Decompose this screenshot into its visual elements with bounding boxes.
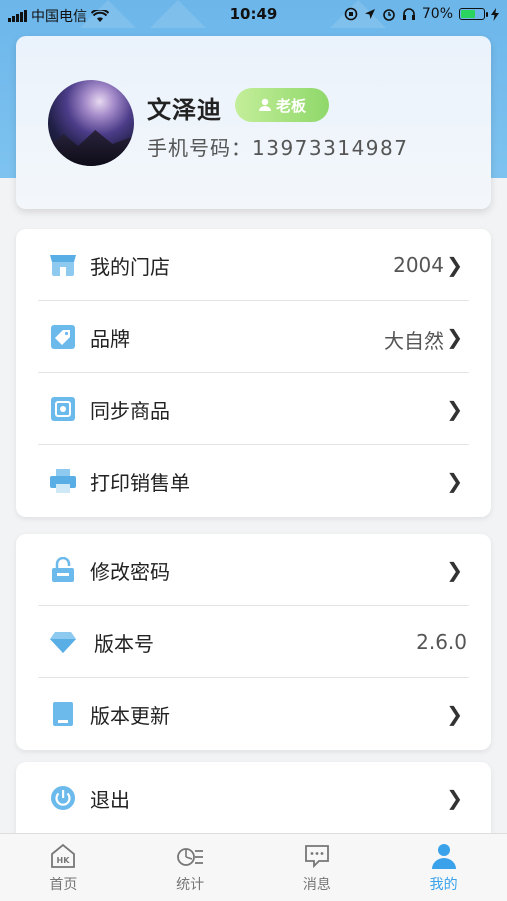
chevron-right-icon: ❯ — [446, 325, 463, 349]
book-icon — [53, 702, 73, 726]
tag-icon — [51, 325, 75, 349]
rotation-lock-icon — [344, 7, 358, 21]
tab-messages[interactable]: 消息 — [254, 834, 381, 901]
home-icon: HK — [51, 843, 76, 868]
menu-item-value: 2004 — [393, 253, 444, 277]
battery-icon — [459, 8, 488, 20]
menu-item-label: 修改密码 — [90, 560, 170, 584]
power-icon — [51, 786, 75, 810]
user-name: 文泽迪 — [147, 96, 222, 124]
person-icon — [258, 98, 271, 111]
profile-card[interactable]: 文泽迪 老板 手机号码：13973314987 — [16, 36, 491, 209]
menu-item-value: 大自然 — [384, 329, 444, 353]
menu-item-label: 我的门店 — [90, 255, 170, 279]
chevron-right-icon: ❯ — [446, 786, 463, 810]
menu-item-label: 版本号 — [94, 632, 154, 656]
phone-number: 13973314987 — [252, 136, 409, 160]
sync-icon — [51, 397, 75, 421]
menu-item-my-store[interactable]: 我的门店 2004 ❯ — [16, 229, 491, 301]
svg-text:HK: HK — [57, 856, 71, 865]
menu-card-settings: 修改密码 ❯ 版本号 2.6.0 版本更新 ❯ — [16, 534, 491, 750]
tab-label: 首页 — [49, 877, 78, 893]
menu-item-version-update[interactable]: 版本更新 ❯ — [16, 678, 491, 750]
statistics-icon — [177, 848, 204, 866]
menu-item-label: 同步商品 — [90, 399, 170, 423]
menu-item-label: 打印销售单 — [90, 471, 190, 495]
store-icon — [50, 255, 76, 276]
chevron-right-icon: ❯ — [446, 397, 463, 421]
role-label: 老板 — [275, 96, 306, 115]
tab-statistics[interactable]: 统计 — [127, 834, 254, 901]
menu-item-label: 退出 — [90, 788, 130, 812]
menu-item-change-password[interactable]: 修改密码 ❯ — [16, 534, 491, 606]
menu-card-store: 我的门店 2004 ❯ 品牌 大自然 ❯ 同步商品 ❯ 打印销售单 ❯ — [16, 229, 491, 517]
tab-bar: HK 首页 统计 消息 我的 — [0, 833, 507, 901]
alarm-icon — [383, 9, 395, 21]
printer-icon — [50, 469, 76, 493]
menu-item-brand[interactable]: 品牌 大自然 ❯ — [16, 301, 491, 373]
phone-line: 手机号码：13973314987 — [147, 132, 408, 161]
location-icon — [364, 9, 375, 19]
status-bar: 中国电信 10:49 70% — [0, 0, 507, 30]
menu-item-logout[interactable]: 退出 ❯ — [16, 762, 491, 834]
message-icon — [304, 845, 329, 869]
tab-home[interactable]: HK 首页 — [0, 834, 127, 901]
role-badge: 老板 — [235, 88, 329, 122]
headphones-icon — [402, 8, 415, 20]
phone-label: 手机号码： — [147, 136, 252, 160]
menu-item-print-sales-slip[interactable]: 打印销售单 ❯ — [16, 445, 491, 517]
diamond-icon — [50, 632, 76, 653]
menu-item-version: 版本号 2.6.0 — [16, 606, 491, 678]
menu-item-label: 品牌 — [90, 327, 130, 351]
version-number: 2.6.0 — [416, 630, 467, 654]
chevron-right-icon: ❯ — [446, 558, 463, 582]
menu-card-logout: 退出 ❯ — [16, 762, 491, 833]
avatar[interactable] — [48, 80, 134, 166]
chevron-right-icon: ❯ — [446, 702, 463, 726]
menu-item-label: 版本更新 — [90, 704, 170, 728]
chevron-right-icon: ❯ — [446, 469, 463, 493]
menu-item-sync-products[interactable]: 同步商品 ❯ — [16, 373, 491, 445]
tab-mine[interactable]: 我的 — [380, 834, 507, 901]
battery-percent: 70% — [421, 6, 453, 22]
lock-icon — [52, 557, 74, 582]
charging-icon — [491, 7, 499, 21]
tab-label: 统计 — [176, 877, 205, 893]
tab-label: 消息 — [302, 877, 331, 893]
tab-label: 我的 — [429, 877, 458, 893]
person-icon — [431, 844, 456, 869]
chevron-right-icon: ❯ — [446, 253, 463, 277]
